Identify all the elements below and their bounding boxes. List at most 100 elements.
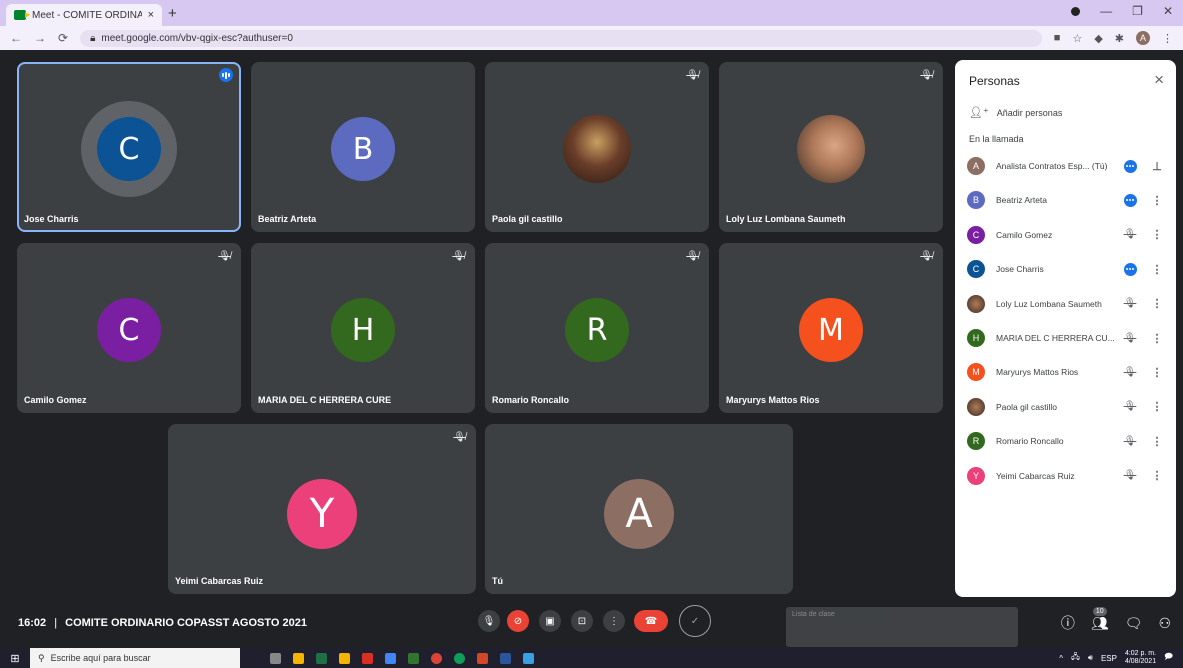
more-options-icon[interactable]: ⋮ (1150, 228, 1164, 241)
clock[interactable]: 4:02 p. m. 4/08/2021 (1125, 650, 1156, 666)
participant-row[interactable]: A Analista Contratos Esp... (Tú) ⊥ (967, 156, 1167, 176)
clock-time: 4:02 p. m. (1124, 650, 1157, 657)
task-view-icon[interactable] (270, 652, 281, 664)
close-window-button[interactable]: ✕ (1163, 4, 1173, 18)
video-tile[interactable]: Paola gil castillo 🎙︎̸ (485, 62, 709, 232)
mic-muted-icon: 🎙︎̸ (920, 70, 933, 81)
leave-call-button[interactable]: ☎︎ (634, 610, 668, 632)
participant-name: Paola gil castillo (492, 214, 563, 224)
participant-name: Yeimi Cabarcas Ruiz (996, 470, 1075, 481)
profile-avatar[interactable]: A (1136, 31, 1150, 45)
confirm-icon[interactable]: ✓ (679, 605, 711, 637)
participant-row[interactable]: M Maryurys Mattos Rios 🎙︎ ⋮ (967, 362, 1167, 382)
microphone-button[interactable]: 🎙︎ (478, 610, 500, 632)
more-options-icon[interactable]: ⋮ (1150, 263, 1164, 276)
participant-row[interactable]: C Jose Charris ⋮ (967, 259, 1167, 279)
participant-row[interactable]: Y Yeimi Cabarcas Ruiz 🎙︎ ⋮ (967, 466, 1167, 486)
photos-icon[interactable] (523, 652, 534, 664)
tab-title: Meet - COMITE ORDINARIO (32, 9, 142, 21)
windows-start-icon[interactable]: ⊞ (0, 652, 30, 665)
video-tile[interactable]: A Tú (485, 424, 793, 594)
activities-icon[interactable]: ⚇ (1158, 615, 1171, 632)
participant-row[interactable]: H MARIA DEL C HERRERA CU... 🎙︎ ⋮ (967, 328, 1167, 348)
camera-indicator-icon[interactable]: ■ (1054, 32, 1061, 44)
extension-icon[interactable]: ◆ (1094, 32, 1102, 45)
participant-row[interactable]: B Beatriz Arteta ⋮ (967, 190, 1167, 210)
video-tile[interactable]: Y Yeimi Cabarcas Ruiz 🎙︎̸ (168, 424, 476, 594)
chrome-alt-icon[interactable] (454, 652, 465, 664)
tab-close-icon[interactable]: × (148, 9, 154, 21)
forward-icon[interactable]: → (34, 31, 46, 45)
network-icon[interactable]: 🖧︎ (1071, 651, 1080, 665)
tray-arrow-icon[interactable]: ^ (1059, 654, 1063, 663)
record-icon[interactable] (1071, 6, 1081, 16)
participant-row[interactable]: C Camilo Gomez 🎙︎ ⋮ (967, 225, 1167, 245)
more-options-button[interactable]: ⋮ (603, 610, 625, 632)
video-tile[interactable]: H MARIA DEL C HERRERA CURE 🎙︎̸ (251, 243, 475, 413)
restore-button[interactable]: ❐ (1132, 4, 1143, 18)
participant-row[interactable]: Loly Luz Lombana Saumeth 🎙︎ ⋮ (967, 294, 1167, 314)
file-explorer-icon[interactable] (293, 652, 304, 664)
address-bar: ← → ⟳ 🔒︎ meet.google.com/vbv-qgix-esc?au… (0, 26, 1183, 50)
participant-avatar: Y (287, 479, 357, 549)
participant-row[interactable]: R Romario Roncallo 🎙︎ ⋮ (967, 431, 1167, 451)
people-panel: Personas × 👤︎⁺ Añadir personas En la lla… (955, 60, 1176, 597)
word-icon[interactable] (500, 652, 511, 664)
mic-muted-icon: 🎙︎ (1123, 298, 1137, 310)
minimize-button[interactable]: — (1100, 4, 1112, 18)
chrome-icon[interactable] (431, 652, 442, 664)
video-tile[interactable]: R Romario Roncallo 🎙︎̸ (485, 243, 709, 413)
url-field[interactable]: 🔒︎ meet.google.com/vbv-qgix-esc?authuser… (80, 29, 1042, 47)
notifications-icon[interactable]: 🗩︎ (1164, 651, 1173, 665)
volume-icon[interactable]: 🔊︎ (1088, 653, 1093, 663)
participant-avatar: H (967, 329, 985, 347)
more-options-icon[interactable]: ⋮ (1150, 435, 1164, 448)
mic-muted-icon: 🎙︎ (1123, 366, 1137, 378)
new-tab-button[interactable]: + (168, 5, 177, 22)
bookmark-star-icon[interactable]: ☆ (1072, 32, 1082, 45)
panel-close-icon[interactable]: × (1154, 70, 1164, 90)
video-tile[interactable]: Loly Luz Lombana Saumeth 🎙︎̸ (719, 62, 943, 232)
taskbar-search[interactable]: ⚲ Escribe aquí para buscar (30, 648, 240, 668)
minimized-window-overlay[interactable]: Lista de clase (786, 607, 1018, 647)
participant-avatar: B (331, 117, 395, 181)
people-button[interactable]: 10 👥︎ (1091, 606, 1109, 632)
pin-icon[interactable]: ⊥ (1150, 160, 1164, 173)
present-button[interactable]: ⊡ (571, 610, 593, 632)
video-tile[interactable]: M Maryurys Mattos Rios 🎙︎̸ (719, 243, 943, 413)
info-icon[interactable]: ⓘ (1061, 613, 1075, 633)
menu-icon[interactable]: ⋮ (1162, 32, 1173, 45)
camera-off-button[interactable]: ⊘ (507, 610, 529, 632)
mic-muted-icon: 🎙︎ (1123, 332, 1137, 344)
more-options-icon[interactable]: ⋮ (1150, 469, 1164, 482)
excel-icon[interactable] (316, 652, 327, 664)
more-options-icon[interactable]: ⋮ (1150, 332, 1164, 345)
more-options-icon[interactable]: ⋮ (1150, 400, 1164, 413)
participant-avatar (967, 397, 985, 416)
captions-button[interactable]: ▣ (539, 610, 561, 632)
reload-icon[interactable]: ⟳ (58, 31, 68, 45)
video-tile[interactable]: C Camilo Gomez 🎙︎̸ (17, 243, 241, 413)
more-options-icon[interactable]: ⋮ (1150, 366, 1164, 379)
back-icon[interactable]: ← (10, 31, 22, 45)
puzzle-icon[interactable]: ✱ (1115, 32, 1124, 45)
video-tile[interactable]: C Jose Charris (17, 62, 241, 232)
participant-row[interactable]: Paola gil castillo 🎙︎ ⋮ (967, 397, 1167, 417)
window-controls: — ❐ ✕ (1071, 4, 1173, 18)
video-tile[interactable]: B Beatriz Arteta (251, 62, 475, 232)
chat-icon[interactable]: 🗨︎ (1125, 615, 1143, 632)
people-app-icon[interactable] (385, 652, 396, 664)
more-options-icon[interactable]: ⋮ (1150, 194, 1164, 207)
participant-name: Analista Contratos Esp... (Tú) (996, 161, 1108, 171)
participant-name: Maryurys Mattos Rios (996, 367, 1079, 378)
participant-count-badge: 10 (1092, 606, 1107, 616)
folder-icon[interactable] (339, 652, 350, 664)
acrobat-icon[interactable] (362, 652, 373, 664)
participant-name: Camilo Gomez (996, 229, 1053, 240)
powerpoint-icon[interactable] (477, 652, 488, 664)
browser-tab[interactable]: Meet - COMITE ORDINARIO × (6, 4, 162, 26)
language-indicator[interactable]: ESP (1101, 654, 1117, 663)
project-icon[interactable] (408, 652, 419, 664)
more-options-icon[interactable]: ⋮ (1150, 297, 1164, 310)
add-people-button[interactable]: 👤︎⁺ Añadir personas (969, 106, 1062, 119)
